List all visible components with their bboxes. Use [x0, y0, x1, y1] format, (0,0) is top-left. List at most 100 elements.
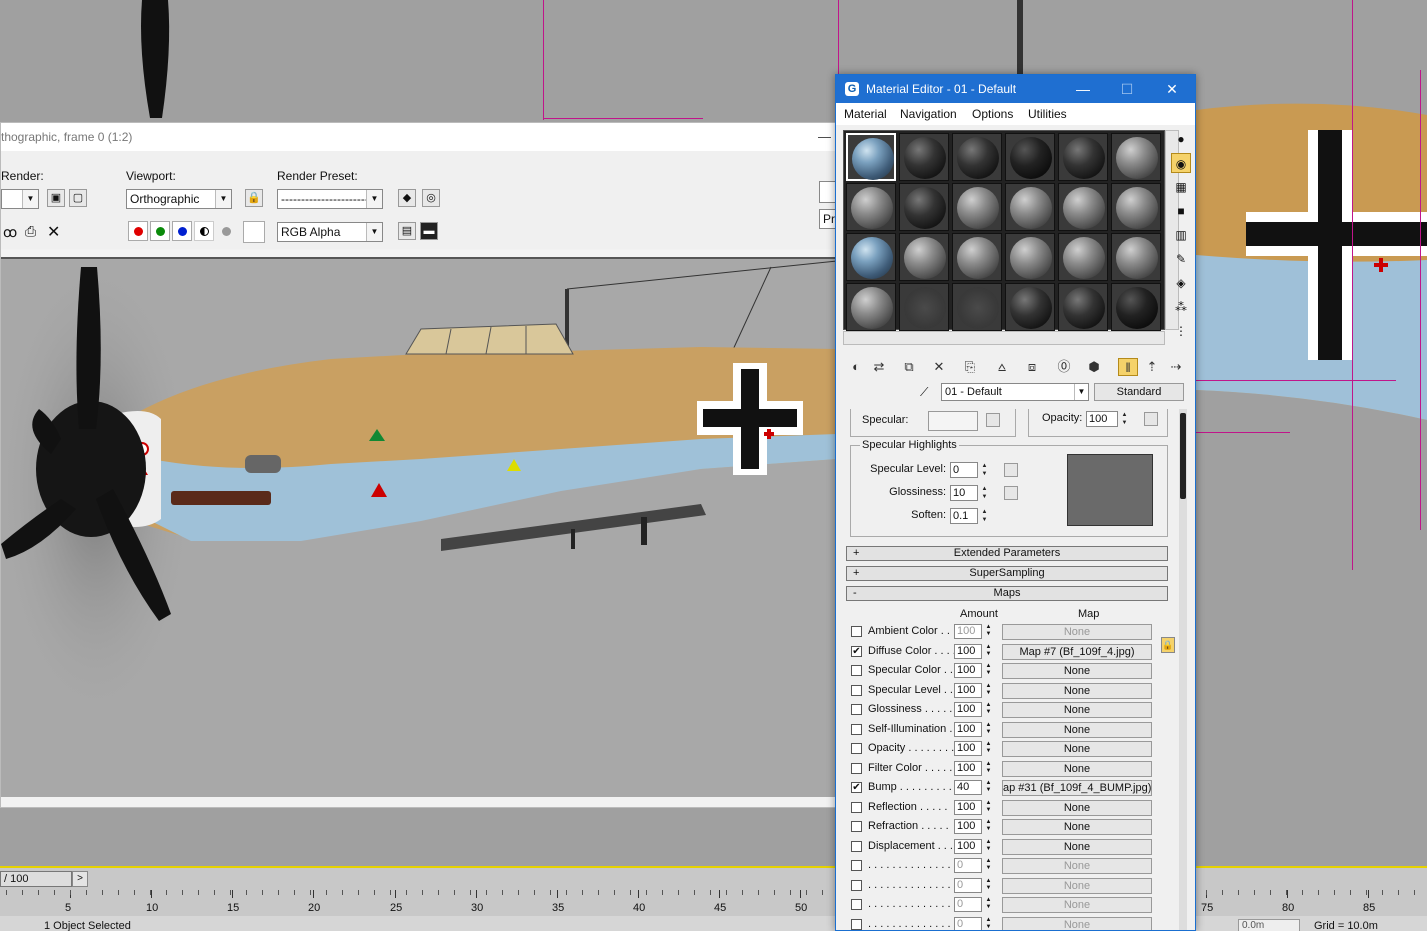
slots-horizontal-scrollbar[interactable]	[843, 331, 1165, 345]
map-enable-checkbox[interactable]: ✔	[851, 645, 862, 657]
swatch-color[interactable]	[243, 221, 265, 243]
rollout-scrollbar[interactable]	[1179, 409, 1187, 930]
put-to-scene-icon[interactable]: ⇄	[869, 358, 889, 376]
soften-spinner[interactable]: ▲ ▼	[980, 508, 989, 524]
alpha-channel-toggle[interactable]	[194, 221, 214, 241]
map-enable-checkbox[interactable]	[851, 626, 862, 637]
material-slot[interactable]	[1005, 233, 1055, 281]
map-enable-checkbox[interactable]	[851, 684, 862, 696]
lock-amount-icon[interactable]: 🔒	[1161, 637, 1175, 653]
map-slot-button[interactable]: None	[1002, 916, 1152, 930]
go-to-parent-icon[interactable]: ⇡	[1142, 358, 1162, 376]
uv-tiling-icon[interactable]: ■	[1171, 201, 1191, 221]
map-slot-button[interactable]: None	[1002, 721, 1152, 738]
material-slot[interactable]	[899, 233, 949, 281]
map-enable-checkbox[interactable]	[851, 665, 862, 676]
material-map-navigator-icon[interactable]: ⋮	[1171, 321, 1191, 341]
render-area-dropdown[interactable]: ▼	[1, 189, 39, 209]
map-slot-button[interactable]: None	[1002, 819, 1152, 835]
material-editor-titlebar[interactable]: G Material Editor - 01 - Default — ☐ ✕	[836, 75, 1195, 103]
specular-color-swatch[interactable]	[928, 411, 978, 431]
material-slot[interactable]	[1111, 183, 1161, 231]
opacity-spinner[interactable]: ▲ ▼	[1120, 411, 1129, 427]
mono-channel-toggle[interactable]	[216, 221, 236, 241]
map-amount-input[interactable]: 100	[954, 682, 982, 698]
rollout-extended-parameters[interactable]: + Extended Parameters	[846, 546, 1168, 561]
map-enable-checkbox[interactable]	[851, 723, 862, 735]
map-amount-spinner[interactable]: ▲ ▼	[984, 780, 993, 795]
map-slot-button[interactable]: ap #31 (Bf_109f_4_BUMP.jpg)	[1002, 780, 1152, 796]
material-name-field[interactable]: 01 - Default ▼	[941, 383, 1089, 401]
map-enable-checkbox[interactable]	[851, 879, 862, 891]
coordinate-field[interactable]: 0.0m	[1238, 919, 1300, 931]
map-slot-button[interactable]: None	[1002, 741, 1152, 757]
frame-window-titlebar[interactable]: thographic, frame 0 (1:2) —	[1, 123, 837, 151]
map-enable-checkbox[interactable]	[851, 899, 862, 910]
opacity-input[interactable]: 100	[1086, 411, 1118, 427]
map-enable-checkbox[interactable]	[851, 704, 862, 715]
assign-to-selection-icon[interactable]: ⧉	[899, 358, 919, 376]
map-amount-input[interactable]: 100	[954, 702, 982, 717]
map-amount-spinner[interactable]: ▲ ▼	[984, 839, 993, 854]
go-forward-sibling-icon[interactable]: ⇢	[1166, 358, 1186, 376]
material-slot[interactable]	[846, 183, 896, 231]
map-amount-spinner[interactable]: ▲ ▼	[984, 819, 993, 834]
sample-type-icon[interactable]: ●	[1171, 129, 1191, 149]
map-enable-checkbox[interactable]	[851, 840, 862, 852]
map-enable-checkbox[interactable]	[851, 801, 862, 813]
map-amount-spinner[interactable]: ▲ ▼	[984, 624, 993, 639]
soften-input[interactable]: 0.1	[950, 508, 978, 524]
environment-icon[interactable]: ◎	[422, 189, 440, 207]
map-amount-spinner[interactable]: ▲ ▼	[984, 644, 993, 659]
material-slot[interactable]	[846, 133, 896, 181]
material-slot[interactable]	[899, 183, 949, 231]
options-icon[interactable]: ◈	[1171, 273, 1191, 293]
minimize-icon[interactable]: —	[818, 123, 831, 151]
backlight-icon[interactable]: ◉	[1171, 153, 1191, 173]
map-amount-spinner[interactable]: ▲ ▼	[984, 878, 993, 893]
specular-level-input[interactable]: 0	[950, 462, 978, 478]
material-slot[interactable]	[1111, 283, 1161, 331]
blue-channel-toggle[interactable]	[172, 221, 192, 241]
map-slot-button[interactable]: None	[1002, 897, 1152, 913]
render-canvas[interactable]	[1, 257, 837, 797]
material-slot[interactable]	[846, 283, 896, 331]
map-amount-spinner[interactable]: ▲ ▼	[984, 683, 993, 698]
material-slot[interactable]	[1111, 233, 1161, 281]
material-slot[interactable]	[899, 283, 949, 331]
map-amount-input[interactable]: 100	[954, 819, 982, 834]
map-amount-spinner[interactable]: ▲ ▼	[984, 917, 993, 931]
map-amount-input[interactable]: 100	[954, 799, 982, 815]
material-slot[interactable]	[952, 283, 1002, 331]
map-slot-button[interactable]: None	[1002, 624, 1152, 640]
make-preview-icon[interactable]: ✎	[1171, 249, 1191, 269]
map-amount-spinner[interactable]: ▲ ▼	[984, 897, 993, 912]
material-slot[interactable]	[1058, 233, 1108, 281]
material-slot[interactable]	[1005, 183, 1055, 231]
viewport-dropdown[interactable]: Orthographic ▼	[126, 189, 232, 209]
map-slot-button[interactable]: None	[1002, 702, 1152, 718]
map-amount-input[interactable]: 40	[954, 780, 982, 795]
specular-level-spinner[interactable]: ▲ ▼	[980, 462, 989, 478]
material-type-button[interactable]: Standard	[1094, 383, 1184, 401]
glossiness-spinner[interactable]: ▲ ▼	[980, 485, 989, 501]
next-frame-icon[interactable]: >	[72, 871, 88, 887]
rollout-scroll-thumb[interactable]	[1180, 413, 1186, 499]
map-amount-input[interactable]: 0	[954, 877, 982, 893]
close-icon[interactable]: ✕	[1149, 75, 1195, 103]
material-slot[interactable]	[952, 183, 1002, 231]
specular-map-button[interactable]	[986, 413, 1000, 427]
toggle-ui-overlay-icon[interactable]: ▤	[398, 222, 416, 240]
toggle-ui-icon[interactable]: ▬	[420, 222, 438, 240]
background-checker-icon[interactable]: ▦	[1171, 177, 1191, 197]
material-slot[interactable]	[952, 233, 1002, 281]
map-amount-input[interactable]: 100	[954, 760, 982, 776]
material-slot[interactable]	[1005, 283, 1055, 331]
edit-region-icon[interactable]: ▣	[47, 189, 65, 207]
select-by-material-icon[interactable]: ⁂	[1171, 297, 1191, 317]
map-amount-input[interactable]: 100	[954, 721, 982, 737]
map-amount-input[interactable]: 0	[954, 858, 982, 873]
material-slot[interactable]	[846, 233, 896, 281]
map-slot-button[interactable]: None	[1002, 799, 1152, 816]
time-slider[interactable]: / 100	[0, 871, 72, 887]
